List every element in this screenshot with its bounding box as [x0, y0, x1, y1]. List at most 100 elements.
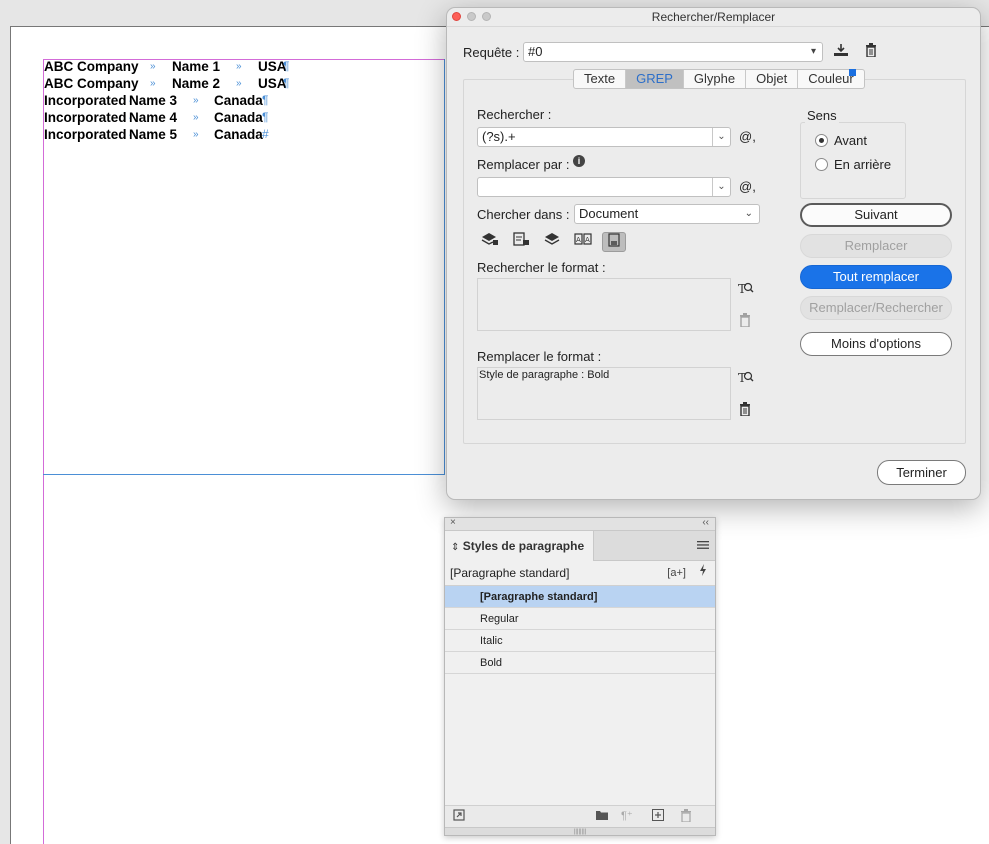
include-locked-stories-icon[interactable]: [509, 232, 533, 252]
search-type-tabs: Texte GREP Glyphe Objet Couleur: [573, 69, 865, 89]
delete-style-icon[interactable]: [680, 809, 692, 825]
special-characters-replace-icon[interactable]: @,: [739, 179, 756, 194]
cell-company: ABC Company: [44, 59, 139, 74]
query-value: #0: [528, 44, 543, 59]
include-locked-layers-icon[interactable]: [478, 232, 502, 252]
cell-company: Incorporated: [44, 93, 127, 108]
next-button[interactable]: Suivant: [800, 203, 952, 227]
tab-paragraph-styles[interactable]: ⇕ Styles de paragraphe: [445, 531, 594, 561]
tab-object[interactable]: Objet: [746, 70, 799, 88]
tab-marker: »: [236, 61, 242, 72]
text-frame-bottom-edge: [43, 474, 445, 475]
cell-country: Canada: [214, 93, 263, 108]
text-frame-right-edge: [444, 59, 445, 475]
replace-input[interactable]: ⌄: [477, 177, 731, 197]
save-query-icon[interactable]: [832, 43, 850, 60]
cell-company: Incorporated: [44, 110, 127, 125]
end-of-story-marker: #: [262, 127, 269, 141]
lightning-icon[interactable]: [699, 564, 707, 579]
current-style-name: [Paragraphe standard]: [450, 566, 570, 580]
style-item-paragraph-standard[interactable]: [Paragraphe standard]: [445, 586, 715, 608]
specify-replace-format-icon[interactable]: T: [737, 369, 755, 388]
svg-text:A: A: [585, 236, 590, 244]
replace-label: Remplacer par :: [477, 157, 570, 172]
panel-footer: ¶⁺: [445, 805, 715, 827]
cell-company: Incorporated: [44, 127, 127, 142]
query-select[interactable]: #0 ▾: [523, 42, 823, 62]
tab-glyph[interactable]: Glyphe: [684, 70, 747, 88]
cell-name: Name 3: [129, 93, 178, 108]
dialog-titlebar[interactable]: Rechercher/Remplacer: [447, 8, 980, 27]
panel-menu-icon[interactable]: [697, 539, 709, 553]
pilcrow-marker: ¶: [262, 93, 269, 107]
replace-all-button[interactable]: Tout remplacer: [800, 265, 952, 289]
pilcrow-marker: ¶: [262, 110, 269, 124]
direction-forward-label[interactable]: Avant: [834, 133, 867, 148]
include-footnotes-icon[interactable]: [602, 232, 626, 252]
cell-name: Name 4: [129, 110, 178, 125]
tab-marker: »: [193, 95, 199, 106]
include-master-pages-icon[interactable]: AA: [571, 232, 595, 252]
panel-resize-grip[interactable]: ||||||||: [445, 827, 715, 835]
panel-header-strip[interactable]: × ‹‹: [445, 517, 715, 531]
chevron-down-icon[interactable]: ⌄: [712, 128, 730, 146]
tab-marker: »: [150, 61, 156, 72]
chevron-down-icon[interactable]: ⌄: [712, 178, 730, 196]
tab-marker: »: [150, 78, 156, 89]
current-style-row: [Paragraphe standard] [a+]: [445, 561, 715, 586]
find-format-box[interactable]: [477, 278, 731, 331]
fewer-options-button[interactable]: Moins d'options: [800, 332, 952, 356]
tab-text[interactable]: Texte: [574, 70, 627, 88]
search-in-select[interactable]: Document ⌄: [574, 204, 760, 224]
clear-replace-format-icon[interactable]: [738, 402, 752, 419]
panel-title: Styles de paragraphe: [462, 539, 585, 553]
cell-name: Name 2: [172, 76, 221, 91]
tab-grep[interactable]: GREP: [626, 70, 684, 88]
load-styles-icon[interactable]: [453, 809, 467, 826]
search-in-label: Chercher dans :: [477, 207, 570, 222]
find-change-dialog: Rechercher/Remplacer Requête : #0 ▾ Text…: [446, 7, 981, 500]
sort-icon: ⇕: [451, 542, 460, 553]
replace-format-label: Remplacer le format :: [477, 349, 602, 364]
find-input[interactable]: (?s).+ ⌄: [477, 127, 731, 147]
new-style-badge-area: [a+]: [667, 561, 707, 586]
paragraph-styles-panel: × ‹‹ ⇕ Styles de paragraphe [Paragraphe …: [444, 517, 716, 836]
special-characters-find-icon[interactable]: @,: [739, 129, 756, 144]
folder-icon[interactable]: [595, 809, 609, 824]
clear-find-format-icon[interactable]: [738, 313, 752, 330]
replace-format-box[interactable]: Style de paragraphe : Bold: [477, 367, 731, 420]
find-value: (?s).+: [482, 129, 516, 144]
close-icon[interactable]: ×: [450, 517, 456, 528]
done-button[interactable]: Terminer: [877, 460, 966, 485]
query-label: Requête :: [463, 45, 520, 60]
cell-country: Canada: [214, 110, 263, 125]
include-hidden-layers-icon[interactable]: [540, 232, 564, 252]
style-item-regular[interactable]: Regular: [445, 608, 715, 630]
tab-marker: »: [193, 112, 199, 123]
dialog-title: Rechercher/Remplacer: [651, 10, 776, 24]
clear-overrides-icon[interactable]: ¶⁺: [621, 809, 633, 822]
direction-backward-label[interactable]: En arrière: [834, 157, 891, 172]
style-item-italic[interactable]: Italic: [445, 630, 715, 652]
create-new-style-icon[interactable]: [a+]: [667, 567, 686, 579]
cell-country: Canada: [214, 127, 263, 142]
replace-find-button[interactable]: Remplacer/Rechercher: [800, 296, 952, 320]
specify-find-format-icon[interactable]: T: [737, 280, 755, 299]
info-icon[interactable]: i: [573, 155, 585, 167]
chevron-down-icon: ▾: [810, 46, 816, 57]
find-format-label: Rechercher le format :: [477, 260, 606, 275]
collapse-icon[interactable]: ‹‹: [702, 517, 709, 528]
find-label: Rechercher :: [477, 107, 552, 122]
pilcrow-marker: ¶: [283, 59, 290, 73]
cell-name: Name 1: [172, 59, 221, 74]
direction-backward-radio[interactable]: [815, 158, 828, 171]
new-style-icon[interactable]: [652, 809, 664, 824]
svg-text:A: A: [576, 236, 581, 244]
pilcrow-marker: ¶: [283, 76, 290, 90]
replace-button[interactable]: Remplacer: [800, 234, 952, 258]
replace-format-value: Style de paragraphe : Bold: [479, 369, 610, 381]
style-item-bold[interactable]: Bold: [445, 652, 715, 674]
delete-query-icon[interactable]: [862, 43, 880, 60]
direction-forward-radio[interactable]: [815, 134, 828, 147]
tab-marker: »: [193, 129, 199, 140]
